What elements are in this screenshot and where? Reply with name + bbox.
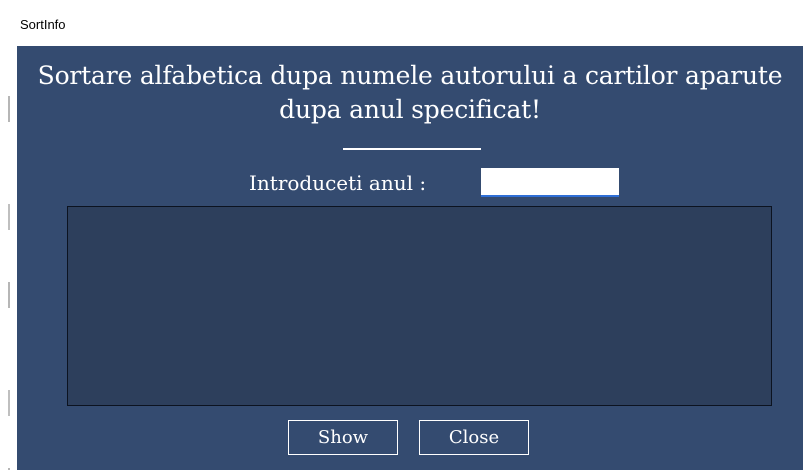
window-left-edge	[8, 0, 10, 470]
show-button[interactable]: Show	[288, 420, 398, 455]
heading-divider	[343, 148, 481, 150]
page-heading: Sortare alfabetica dupa numele autorului…	[37, 61, 783, 124]
title-bar[interactable]: SortInfo	[0, 0, 803, 46]
year-label: Introduceti anul :	[249, 171, 427, 195]
window-title: SortInfo	[20, 17, 66, 32]
results-list-panel[interactable]	[67, 206, 772, 406]
close-button[interactable]: Close	[419, 420, 529, 455]
sortinfo-window: SortInfo Sortare alfabetica dupa numele …	[0, 0, 803, 470]
form-client-area: Sortare alfabetica dupa numele autorului…	[17, 46, 803, 470]
year-input[interactable]	[481, 168, 619, 197]
